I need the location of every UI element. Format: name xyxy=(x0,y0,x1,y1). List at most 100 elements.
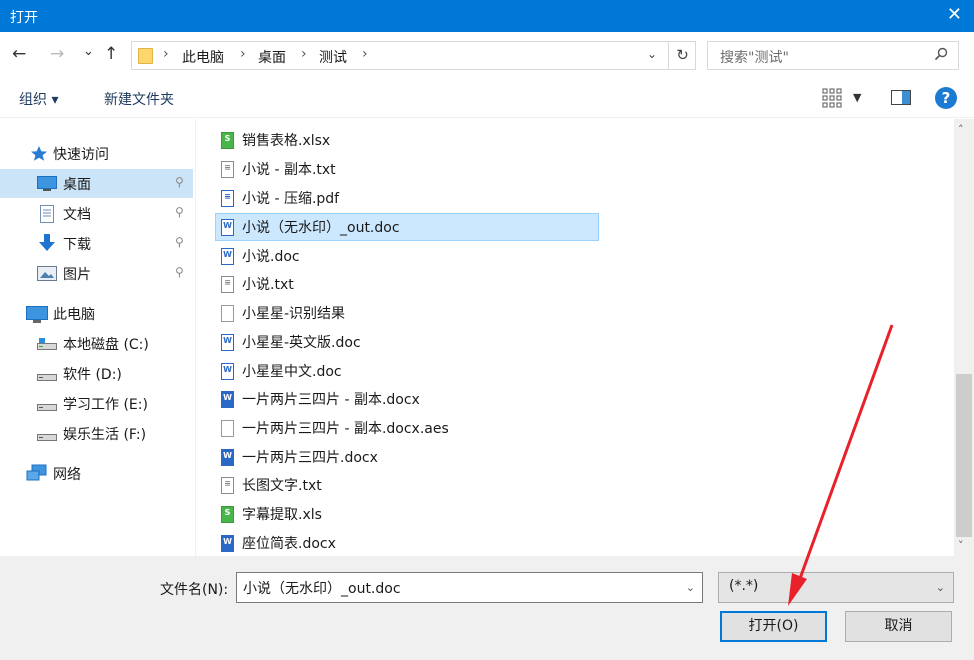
file-name: 字幕提取.xls xyxy=(242,507,322,523)
address-dropdown-icon[interactable]: ⌄ xyxy=(647,47,657,61)
text-file-icon: ≡ xyxy=(221,161,234,178)
word-document-icon: W xyxy=(221,449,234,466)
file-name: 一片两片三四片 - 副本.docx xyxy=(242,392,420,408)
sidebar-item-label: 文档 xyxy=(63,207,91,223)
computer-icon xyxy=(26,306,48,323)
filename-value: 小说（无水印）_out.doc xyxy=(243,581,401,597)
sidebar-item-pictures[interactable]: 图片 ⚲ xyxy=(0,259,193,288)
network-icon xyxy=(26,464,47,481)
close-icon[interactable]: ✕ xyxy=(947,5,962,25)
pictures-icon xyxy=(37,266,57,281)
sidebar-item-downloads[interactable]: 下载 ⚲ xyxy=(0,229,193,258)
file-name: 小星星-英文版.doc xyxy=(242,335,361,351)
list-item[interactable]: ≡ 小说.txt xyxy=(215,270,599,298)
breadcrumb-this-pc[interactable]: 此电脑 xyxy=(182,47,224,67)
sidebar-item-quick-access[interactable]: 快速访问 xyxy=(0,139,193,168)
filename-label: 文件名(N): xyxy=(160,582,229,598)
cancel-button[interactable]: 取消 xyxy=(845,611,952,642)
download-icon xyxy=(37,233,55,251)
file-name: 小说.doc xyxy=(242,249,300,265)
chevron-down-icon[interactable]: ⌄ xyxy=(936,581,945,594)
sidebar-item-network[interactable]: 网络 xyxy=(0,459,193,488)
list-item[interactable]: S 字幕提取.xls xyxy=(215,500,599,528)
list-item[interactable]: W 一片两片三四片.docx xyxy=(215,443,599,471)
documents-icon xyxy=(39,205,57,223)
organize-button[interactable]: 组织 ▾ xyxy=(19,89,58,109)
sidebar-item-drive-d[interactable]: 软件 (D:) xyxy=(0,359,193,388)
breadcrumb-separator[interactable]: › xyxy=(240,46,246,62)
list-item[interactable]: ≡ 小说 - 压缩.pdf xyxy=(215,184,599,212)
view-options-icon[interactable] xyxy=(822,88,842,108)
address-bar[interactable]: › 此电脑 › 桌面 › 测试 › ⌄ ↻ xyxy=(131,41,696,70)
list-item[interactable]: S 销售表格.xlsx xyxy=(215,126,599,154)
sidebar-item-label: 娱乐生活 (F:) xyxy=(63,427,147,443)
breadcrumb-separator[interactable]: › xyxy=(163,46,169,62)
pin-icon[interactable]: ⚲ xyxy=(175,235,184,249)
file-name: 销售表格.xlsx xyxy=(242,133,331,149)
word-document-icon: W xyxy=(221,535,234,552)
pin-icon[interactable]: ⚲ xyxy=(175,175,184,189)
filename-input[interactable]: 小说（无水印）_out.doc ⌄ xyxy=(236,572,703,603)
file-name: 座位简表.docx xyxy=(242,536,336,552)
sidebar-item-drive-f[interactable]: 娱乐生活 (F:) xyxy=(0,419,193,448)
breadcrumb-desktop[interactable]: 桌面 xyxy=(258,47,286,67)
view-dropdown-icon[interactable]: ▼ xyxy=(853,91,861,104)
up-arrow-icon[interactable]: ↑ xyxy=(104,44,118,64)
breadcrumb-separator[interactable]: › xyxy=(362,46,368,62)
back-arrow-icon[interactable]: ← xyxy=(12,44,26,64)
drive-icon xyxy=(37,370,57,385)
scroll-down-icon[interactable]: ˅ xyxy=(958,539,964,552)
pin-icon[interactable]: ⚲ xyxy=(175,205,184,219)
text-file-icon: ≡ xyxy=(221,477,234,494)
sidebar-item-this-pc[interactable]: 此电脑 xyxy=(0,299,193,328)
recent-locations-icon[interactable]: ⌄ xyxy=(83,42,94,62)
search-input[interactable]: 搜索"测试" xyxy=(707,41,959,70)
list-item-selected[interactable]: W 小说（无水印）_out.doc xyxy=(215,213,599,241)
file-list: · · · · · · · · · S 销售表格.xlsx ≡ 小说 - 副本.… xyxy=(196,119,954,556)
chevron-down-icon[interactable]: ⌄ xyxy=(686,581,695,594)
list-item[interactable]: W 座位简表.docx xyxy=(215,529,599,556)
list-item[interactable]: W 小说.doc xyxy=(215,242,599,270)
search-icon xyxy=(934,47,948,65)
open-button[interactable]: 打开(O) xyxy=(720,611,827,642)
sidebar-item-documents[interactable]: 文档 ⚲ xyxy=(0,199,193,228)
text-file-icon: ≡ xyxy=(221,276,234,293)
list-item[interactable]: ≡ 长图文字.txt xyxy=(215,471,599,499)
sidebar-item-desktop[interactable]: 桌面 ⚲ xyxy=(0,169,193,198)
vertical-scrollbar[interactable]: ˄ ˅ xyxy=(954,119,974,556)
scrollbar-thumb[interactable] xyxy=(956,374,972,537)
spreadsheet-icon: S xyxy=(221,132,234,149)
filetype-select[interactable]: (*.*) ⌄ xyxy=(718,572,954,603)
search-placeholder: 搜索"测试" xyxy=(720,50,789,66)
sidebar-item-label: 快速访问 xyxy=(53,147,109,163)
file-name: 小星星-识别结果 xyxy=(242,306,346,322)
file-name: 小说 - 副本.txt xyxy=(242,162,336,178)
pin-icon[interactable]: ⚲ xyxy=(175,265,184,279)
word-document-icon: W xyxy=(221,248,234,265)
list-item[interactable]: ≡ 小说 - 副本.txt xyxy=(215,155,599,183)
sidebar-item-label: 桌面 xyxy=(63,177,91,193)
preview-pane-icon[interactable] xyxy=(891,90,911,105)
star-icon xyxy=(30,145,48,161)
title-bar: 打开 ✕ xyxy=(0,0,974,32)
list-item[interactable]: 小星星-识别结果 xyxy=(215,299,599,327)
new-folder-button[interactable]: 新建文件夹 xyxy=(104,89,174,109)
list-item[interactable]: W 小星星中文.doc xyxy=(215,357,599,385)
word-document-icon: W xyxy=(221,334,234,351)
dialog-footer: 文件名(N): 小说（无水印）_out.doc ⌄ (*.*) ⌄ 打开(O) … xyxy=(0,556,974,660)
pdf-file-icon: ≡ xyxy=(221,190,234,207)
drive-icon xyxy=(37,430,57,445)
scroll-up-icon[interactable]: ˄ xyxy=(958,123,964,136)
drive-icon xyxy=(37,337,57,352)
list-item[interactable]: 一片两片三四片 - 副本.docx.aes xyxy=(215,414,599,442)
sidebar-item-drive-c[interactable]: 本地磁盘 (C:) xyxy=(0,329,193,358)
breadcrumb-separator[interactable]: › xyxy=(301,46,307,62)
help-icon[interactable]: ? xyxy=(935,87,957,109)
sidebar-item-drive-e[interactable]: 学习工作 (E:) xyxy=(0,389,193,418)
forward-arrow-icon[interactable]: → xyxy=(50,44,64,64)
breadcrumb-test[interactable]: 测试 xyxy=(319,47,347,67)
refresh-icon[interactable]: ↻ xyxy=(668,42,696,69)
file-name: 一片两片三四片 - 副本.docx.aes xyxy=(242,421,449,437)
list-item[interactable]: W 小星星-英文版.doc xyxy=(215,328,599,356)
list-item[interactable]: W 一片两片三四片 - 副本.docx xyxy=(215,385,599,413)
